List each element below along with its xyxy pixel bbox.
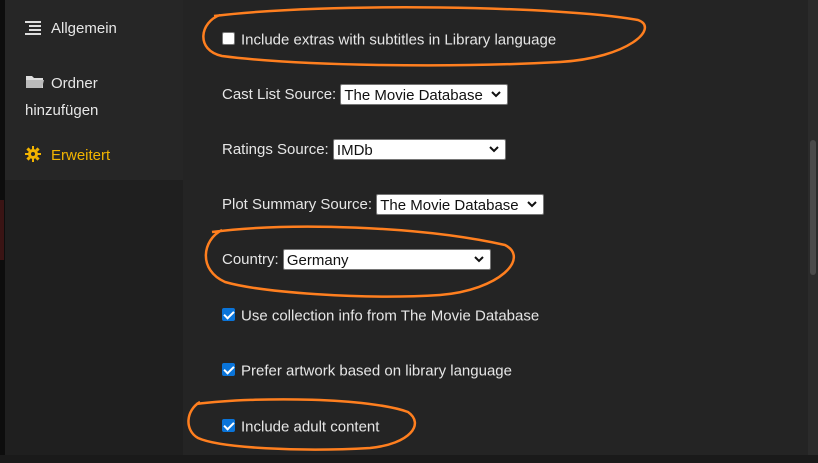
- country-value: Germany: [286, 252, 349, 269]
- sidebar-item-label: Erweitert: [51, 147, 111, 164]
- cast-source-row: Cast List Source: The Movie Database: [222, 84, 509, 105]
- country-row: Country: Germany: [222, 249, 491, 270]
- collection-info-checkbox[interactable]: [222, 308, 235, 321]
- chevron-down-icon: [491, 91, 502, 98]
- settings-panel: [183, 0, 808, 463]
- plot-source-label: Plot Summary Source:: [222, 196, 373, 213]
- cast-source-select[interactable]: The Movie Database: [340, 84, 509, 105]
- ratings-source-label: Ratings Source:: [222, 141, 329, 158]
- sidebar-item-allgemein[interactable]: Allgemein: [5, 20, 183, 37]
- extras-subtitles-label: Include extras with subtitles in Library…: [241, 31, 557, 49]
- sidebar-item-label: Ordner: [51, 75, 98, 92]
- cast-source-label: Cast List Source:: [222, 86, 337, 103]
- plot-source-value: The Movie Database: [380, 197, 519, 214]
- country-label: Country:: [222, 251, 279, 268]
- folder-icon: [25, 72, 45, 88]
- country-select[interactable]: Germany: [282, 249, 491, 270]
- sidebar-item-erweitert[interactable]: Erweitert: [5, 146, 183, 164]
- extras-subtitles-row[interactable]: Include extras with subtitles in Library…: [222, 31, 556, 49]
- chevron-down-icon: [527, 201, 537, 208]
- sidebar-item-label-line2: hinzufügen: [25, 102, 99, 119]
- adult-content-row[interactable]: Include adult content: [222, 418, 379, 436]
- adult-content-label: Include adult content: [241, 418, 380, 436]
- collection-info-label: Use collection info from The Movie Datab…: [241, 307, 540, 325]
- chevron-down-icon: [489, 146, 499, 153]
- plot-source-row: Plot Summary Source: The Movie Database: [222, 194, 545, 215]
- ratings-source-value: IMDb: [336, 142, 373, 159]
- collection-info-row[interactable]: Use collection info from The Movie Datab…: [222, 307, 539, 325]
- cast-source-value: The Movie Database: [344, 87, 483, 104]
- scrollbar-thumb[interactable]: [810, 140, 816, 275]
- sidebar-item-label: Allgemein: [51, 20, 117, 37]
- sidebar: Allgemein Ordner hinzufügen Erweitert: [5, 0, 183, 463]
- adult-content-checkbox[interactable]: [222, 419, 235, 432]
- plot-source-select[interactable]: The Movie Database: [376, 194, 545, 215]
- ratings-source-select[interactable]: IMDb: [332, 139, 506, 160]
- list-icon: [25, 21, 45, 37]
- sidebar-item-ordner[interactable]: Ordner hinzufügen: [5, 70, 183, 124]
- edge-accent: [0, 200, 4, 260]
- bottom-bar: [0, 455, 818, 463]
- gear-icon: [25, 146, 45, 162]
- extras-subtitles-checkbox[interactable]: [222, 32, 235, 45]
- prefer-artwork-row[interactable]: Prefer artwork based on library language: [222, 362, 512, 380]
- chevron-down-icon: [474, 256, 484, 263]
- prefer-artwork-checkbox[interactable]: [222, 363, 235, 376]
- prefer-artwork-label: Prefer artwork based on library language: [241, 362, 512, 380]
- scrollbar[interactable]: [808, 0, 818, 463]
- ratings-source-row: Ratings Source: IMDb: [222, 139, 506, 160]
